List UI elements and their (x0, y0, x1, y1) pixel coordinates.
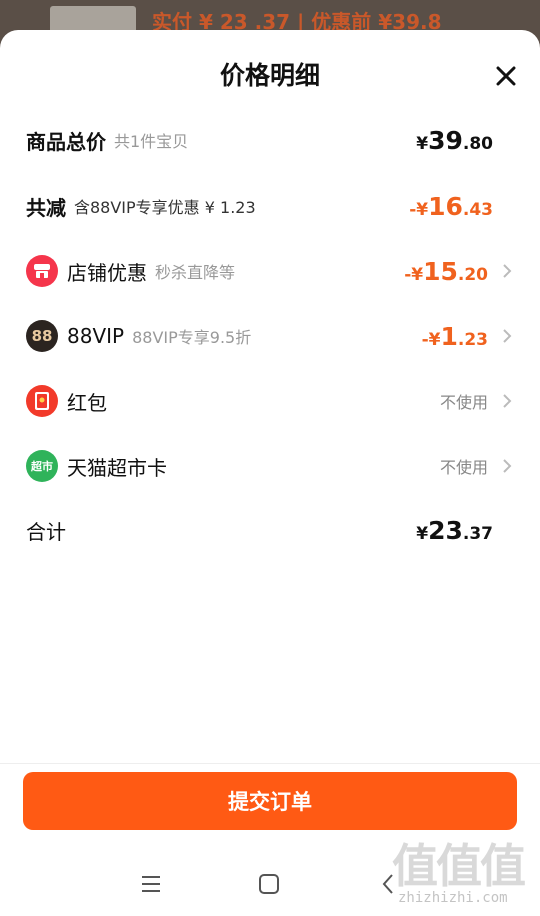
row-total-goods: 商品总价 共1件宝贝 ¥39.80 (26, 120, 518, 160)
total-goods-label: 商品总价 (26, 129, 106, 154)
chevron-right-icon (496, 455, 518, 477)
menu-icon (142, 876, 160, 892)
88vip-label: 88VIP (67, 324, 125, 348)
total-discount-label: 共减 (26, 195, 66, 220)
chevron-right-icon (496, 325, 518, 347)
sum-amount: ¥23.37 (416, 515, 493, 545)
red-packet-status: 不使用 (439, 393, 488, 412)
total-goods-amount: ¥39.80 (416, 125, 493, 155)
chevron-right-icon (496, 260, 518, 282)
chevron-right-icon (496, 390, 518, 412)
watermark-logo: 值值值 zhizhizhi.com (392, 830, 540, 916)
menu-button[interactable] (131, 864, 171, 904)
row-red-packet[interactable]: 红包 不使用 (26, 381, 518, 421)
red-packet-label: 红包 (67, 390, 107, 415)
price-detail-sheet: 价格明细 商品总价 共1件宝贝 ¥39.80 共减 含88VIP专享优惠 ¥ 1… (0, 30, 540, 916)
footer-divider (0, 763, 540, 764)
close-icon (496, 66, 516, 86)
total-discount-amount: -¥16.43 (409, 191, 493, 221)
home-button[interactable] (249, 864, 289, 904)
row-sum: 合计 ¥23.37 (26, 510, 518, 550)
88vip-icon: 88 (26, 320, 58, 352)
row-tmall-card[interactable]: 超市 天猫超市卡 不使用 (26, 446, 518, 486)
total-discount-note: 含88VIP专享优惠 ¥ 1.23 (74, 198, 256, 217)
row-88vip[interactable]: 88 88VIP 88VIP专享9.5折 -¥1.23 (26, 316, 518, 356)
home-square-icon (259, 874, 279, 894)
88vip-note: 88VIP专享9.5折 (132, 328, 252, 347)
watermark-glyphs: 值值值 (392, 839, 526, 893)
tmall-card-status: 不使用 (439, 458, 488, 477)
store-discount-amount: -¥15.20 (404, 256, 488, 286)
store-discount-label: 店铺优惠 (67, 260, 147, 285)
total-goods-count: 共1件宝贝 (114, 132, 189, 151)
sheet-title: 价格明细 (219, 61, 320, 90)
sum-label: 合计 (26, 519, 66, 544)
store-icon (26, 255, 58, 287)
row-total-discount: 共减 含88VIP专享优惠 ¥ 1.23 -¥16.43 (26, 186, 518, 226)
row-store-discount[interactable]: 店铺优惠 秒杀直降等 -¥15.20 (26, 251, 518, 291)
watermark-url: zhizhizhi.com (398, 890, 508, 906)
supermarket-card-icon: 超市 (26, 450, 58, 482)
tmall-card-label: 天猫超市卡 (67, 455, 167, 480)
close-button[interactable] (490, 60, 522, 92)
88vip-amount: -¥1.23 (421, 321, 488, 351)
red-packet-icon (26, 385, 58, 417)
store-discount-note: 秒杀直降等 (155, 263, 236, 282)
submit-order-button[interactable]: 提交订单 (23, 772, 517, 830)
